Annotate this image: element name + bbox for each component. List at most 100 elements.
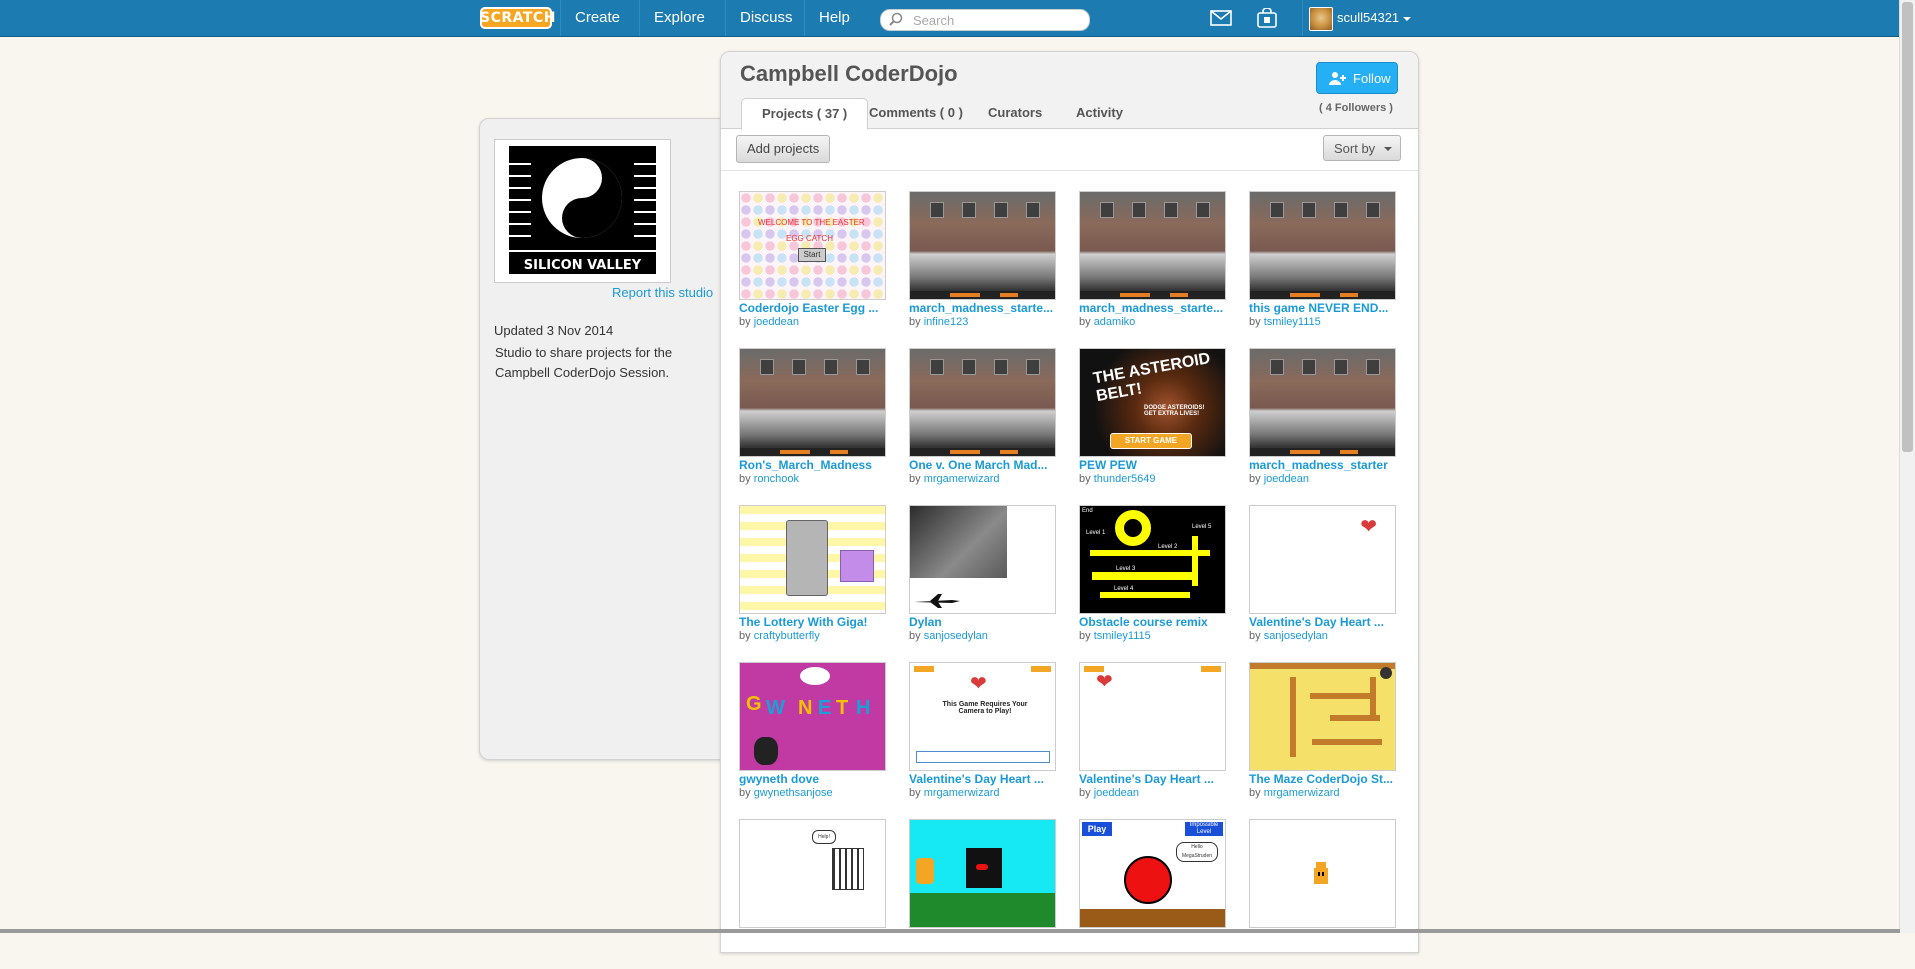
project-title[interactable]: Valentine's Day Heart ... bbox=[909, 772, 1056, 786]
project-thumbnail[interactable] bbox=[909, 819, 1056, 928]
project-title[interactable]: PEW PEW bbox=[1079, 458, 1226, 472]
project-author[interactable]: adamiko bbox=[1094, 316, 1136, 328]
project-title[interactable]: Dylan bbox=[909, 615, 1056, 629]
project-card[interactable]: Ron's_March_Madness by ronchook bbox=[739, 348, 886, 498]
project-author[interactable]: thunder5649 bbox=[1094, 473, 1156, 485]
project-title[interactable]: Obstacle course remix bbox=[1079, 615, 1226, 629]
project-card[interactable]: ❤ Valentine's Day Heart ... by sanjosedy… bbox=[1249, 505, 1396, 655]
project-author[interactable]: ronchook bbox=[754, 473, 799, 485]
project-thumbnail[interactable]: THE ASTEROID BELT! DODGE ASTEROIDS! GET … bbox=[1079, 348, 1226, 457]
project-title[interactable]: Coderdojo Easter Egg ... bbox=[739, 301, 886, 315]
studio-sidebar: 0 1 SILICON VALLEY Report this studio Up… bbox=[479, 118, 731, 760]
add-projects-button[interactable]: Add projects bbox=[736, 135, 831, 163]
project-author[interactable]: sanjosedylan bbox=[1264, 630, 1328, 642]
logo-text: SILICON VALLEY bbox=[524, 258, 642, 273]
project-card[interactable]: Play Impossible Level Hello MegaStruden bbox=[1079, 819, 1226, 969]
project-card[interactable]: Help! bbox=[739, 819, 886, 969]
project-author[interactable]: sanjosedylan bbox=[924, 630, 988, 642]
gwyn-letter: N bbox=[798, 697, 813, 719]
project-thumbnail[interactable] bbox=[1079, 191, 1226, 300]
project-thumbnail[interactable]: ❤ This Game Requires Your Camera to Play… bbox=[909, 662, 1056, 771]
tab-curators[interactable]: Curators bbox=[968, 98, 1062, 128]
follow-icon bbox=[1329, 72, 1346, 85]
project-title[interactable]: gwyneth dove bbox=[739, 772, 886, 786]
project-author[interactable]: mrgamerwizard bbox=[924, 787, 1000, 799]
search-input[interactable]: Search bbox=[880, 9, 1090, 31]
my-stuff-icon[interactable] bbox=[1256, 8, 1278, 28]
project-thumbnail[interactable]: G W N E T H bbox=[739, 662, 886, 771]
project-card[interactable]: WELCOME TO THE EASTER EGG CATCH Start Co… bbox=[739, 191, 886, 341]
project-author-line: by joeddean bbox=[1249, 473, 1309, 485]
project-author[interactable]: joeddean bbox=[1264, 473, 1309, 485]
project-card[interactable] bbox=[909, 819, 1056, 969]
heart-icon: ❤ bbox=[1360, 516, 1377, 538]
project-thumbnail[interactable] bbox=[909, 505, 1056, 614]
project-thumbnail[interactable] bbox=[1249, 819, 1396, 928]
nav-explore[interactable]: Explore bbox=[639, 0, 719, 36]
project-thumbnail[interactable]: ❤ bbox=[1249, 505, 1396, 614]
project-thumbnail[interactable] bbox=[909, 191, 1056, 300]
project-card[interactable]: THE ASTEROID BELT! DODGE ASTEROIDS! GET … bbox=[1079, 348, 1226, 498]
impossible-level-label: Impossible Level bbox=[1185, 822, 1223, 836]
maze-level2-label: Level 2 bbox=[1158, 544, 1178, 550]
project-title[interactable]: One v. One March Mad... bbox=[909, 458, 1056, 472]
project-card[interactable]: One v. One March Mad... by mrgamerwizard bbox=[909, 348, 1056, 498]
project-card[interactable]: this game NEVER END... by tsmiley1115 bbox=[1249, 191, 1396, 341]
project-title[interactable]: The Maze CoderDojo St... bbox=[1249, 772, 1396, 786]
sort-by-dropdown[interactable]: Sort by bbox=[1323, 135, 1401, 161]
project-card[interactable]: Dylan by sanjosedylan bbox=[909, 505, 1056, 655]
project-card[interactable]: End Level 1 Level 2 Level 3 Level 4 Leve… bbox=[1079, 505, 1226, 655]
nav-discuss[interactable]: Discuss bbox=[725, 0, 807, 36]
follow-button[interactable]: Follow bbox=[1316, 62, 1398, 94]
tab-comments[interactable]: Comments ( 0 ) bbox=[849, 98, 983, 128]
project-card[interactable]: ❤ This Game Requires Your Camera to Play… bbox=[909, 662, 1056, 812]
scratch-logo[interactable]: SCRATCH bbox=[480, 7, 555, 29]
project-thumbnail[interactable]: Play Impossible Level Hello MegaStruden bbox=[1079, 819, 1226, 928]
project-thumbnail[interactable]: Help! bbox=[739, 819, 886, 928]
project-card[interactable]: ❤ Valentine's Day Heart ... by joeddean bbox=[1079, 662, 1226, 812]
project-title[interactable]: this game NEVER END... bbox=[1249, 301, 1396, 315]
project-title[interactable]: Ron's_March_Madness bbox=[739, 458, 886, 472]
project-author[interactable]: joeddean bbox=[754, 316, 799, 328]
project-author[interactable]: mrgamerwizard bbox=[924, 473, 1000, 485]
project-thumbnail[interactable]: End Level 1 Level 2 Level 3 Level 4 Leve… bbox=[1079, 505, 1226, 614]
project-author[interactable]: craftybutterfly bbox=[754, 630, 820, 642]
user-menu[interactable]: scull54321 bbox=[1302, 0, 1429, 36]
project-thumbnail[interactable] bbox=[1249, 348, 1396, 457]
scrollbar-thumb[interactable] bbox=[1902, 2, 1913, 452]
project-author[interactable]: joeddean bbox=[1094, 787, 1139, 799]
project-card[interactable] bbox=[1249, 819, 1396, 969]
nav-help[interactable]: Help bbox=[804, 0, 864, 36]
tab-activity[interactable]: Activity bbox=[1056, 98, 1143, 128]
project-card[interactable]: The Maze CoderDojo St... by mrgamerwizar… bbox=[1249, 662, 1396, 812]
project-thumbnail[interactable]: WELCOME TO THE EASTER EGG CATCH Start bbox=[739, 191, 886, 300]
project-thumbnail[interactable] bbox=[739, 505, 886, 614]
project-author[interactable]: infine123 bbox=[924, 316, 969, 328]
project-author[interactable]: gwynethsanjose bbox=[754, 787, 833, 799]
project-author[interactable]: tsmiley1115 bbox=[1264, 316, 1321, 328]
project-card[interactable]: march_madness_starter by joeddean bbox=[1249, 348, 1396, 498]
project-title[interactable]: march_madness_starte... bbox=[909, 301, 1056, 315]
project-thumbnail[interactable] bbox=[1249, 662, 1396, 771]
project-title[interactable]: The Lottery With Giga! bbox=[739, 615, 886, 629]
project-thumbnail[interactable] bbox=[1249, 191, 1396, 300]
project-card[interactable]: march_madness_starte... by adamiko bbox=[1079, 191, 1226, 341]
project-card[interactable]: G W N E T H gwyneth dove by gwynethsanjo… bbox=[739, 662, 886, 812]
project-title[interactable]: Valentine's Day Heart ... bbox=[1249, 615, 1396, 629]
project-title[interactable]: Valentine's Day Heart ... bbox=[1079, 772, 1226, 786]
play-label: Play bbox=[1082, 822, 1112, 836]
nav-create[interactable]: Create bbox=[560, 0, 634, 36]
mail-icon[interactable] bbox=[1210, 10, 1232, 26]
project-card[interactable]: The Lottery With Giga! by craftybutterfl… bbox=[739, 505, 886, 655]
project-title[interactable]: march_madness_starte... bbox=[1079, 301, 1226, 315]
project-author[interactable]: mrgamerwizard bbox=[1264, 787, 1340, 799]
project-card[interactable]: march_madness_starte... by infine123 bbox=[909, 191, 1056, 341]
project-author[interactable]: tsmiley1115 bbox=[1094, 630, 1151, 642]
report-studio-link[interactable]: Report this studio bbox=[612, 285, 713, 300]
nav-inner: SCRATCH Create Explore Discuss Help Sear… bbox=[478, 0, 1418, 36]
project-thumbnail[interactable]: ❤ bbox=[1079, 662, 1226, 771]
project-thumbnail[interactable] bbox=[739, 348, 886, 457]
project-title[interactable]: march_madness_starter bbox=[1249, 458, 1396, 472]
scrollbar[interactable] bbox=[1899, 0, 1915, 933]
project-thumbnail[interactable] bbox=[909, 348, 1056, 457]
